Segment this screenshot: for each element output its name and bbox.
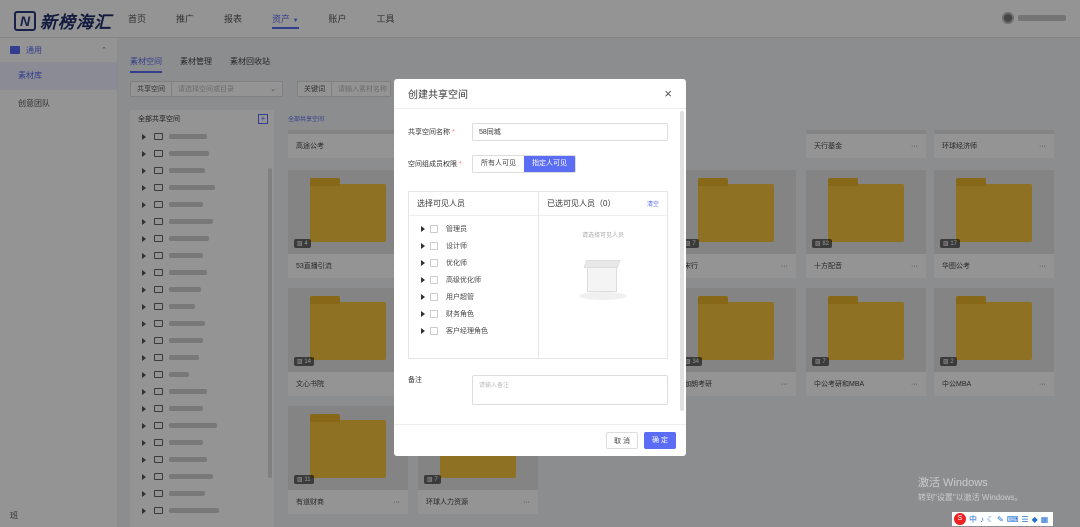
- role-label: 管理员: [446, 225, 467, 233]
- caret-right-icon[interactable]: [421, 293, 425, 300]
- ime-lang[interactable]: 中: [969, 514, 977, 525]
- space-name-label-text: 共享空间名称: [408, 129, 450, 136]
- role-checkbox[interactable]: [430, 275, 438, 284]
- permission-row: 空间组成员权限 * 所有人可见 指定人可见: [408, 155, 576, 173]
- caret-right-icon[interactable]: [421, 327, 425, 334]
- space-name-label: 共享空间名称 *: [408, 127, 472, 137]
- keyboard-icon[interactable]: ⌨: [1007, 515, 1019, 524]
- role-label: 客户经理角色: [446, 327, 488, 335]
- dialog-header: 创建共享空间 ×: [394, 79, 686, 109]
- note-row: 备注 请输入备注: [408, 375, 668, 405]
- caret-right-icon[interactable]: [421, 276, 425, 283]
- tray-icon-5[interactable]: ☰: [1021, 515, 1028, 524]
- role-label: 高级优化师: [446, 276, 481, 284]
- dialog-footer: 取 消 确 定: [394, 424, 686, 456]
- empty-hint: 请选择可见人员: [581, 233, 624, 239]
- empty-box-icon: [579, 260, 627, 302]
- required-mark: *: [459, 161, 462, 168]
- role-list: 管理员设计师优化师高级优化师用户超管财务角色客户经理角色: [409, 216, 538, 339]
- role-item[interactable]: 管理员: [409, 220, 538, 237]
- role-item[interactable]: 财务角色: [409, 305, 538, 322]
- system-tray: S 中 ♪ ☾ ✎ ⌨ ☰ ◆ ▦: [952, 512, 1054, 526]
- role-checkbox[interactable]: [430, 292, 438, 301]
- dialog-scrollbar[interactable]: [680, 111, 684, 411]
- member-selected-panel: 已选可见人员（0） 清空 请选择可见人员: [539, 192, 667, 358]
- caret-right-icon[interactable]: [421, 242, 425, 249]
- create-space-dialog: 创建共享空间 × 共享空间名称 * 58同城 空间组成员权限 * 所有人可见 指定人…: [394, 79, 686, 456]
- member-source-panel: 选择可见人员 管理员设计师优化师高级优化师用户超管财务角色客户经理角色: [409, 192, 539, 358]
- role-checkbox[interactable]: [430, 258, 438, 267]
- source-panel-title: 选择可见人员: [409, 192, 538, 216]
- role-label: 设计师: [446, 242, 467, 250]
- role-item[interactable]: 设计师: [409, 237, 538, 254]
- cancel-button[interactable]: 取 消: [606, 432, 638, 449]
- caret-right-icon[interactable]: [421, 225, 425, 232]
- role-checkbox[interactable]: [430, 309, 438, 318]
- role-checkbox[interactable]: [430, 241, 438, 250]
- close-icon[interactable]: ×: [664, 86, 672, 101]
- confirm-button[interactable]: 确 定: [644, 432, 676, 449]
- role-label: 优化师: [446, 259, 467, 267]
- watermark-line-1: 激活 Windows: [918, 477, 988, 489]
- selected-panel-title: 已选可见人员（0）: [547, 199, 616, 208]
- role-checkbox[interactable]: [430, 224, 438, 233]
- note-textarea[interactable]: 请输入备注: [472, 375, 668, 405]
- caret-right-icon[interactable]: [421, 310, 425, 317]
- tray-icon-6[interactable]: ◆: [1032, 515, 1038, 524]
- role-item[interactable]: 客户经理角色: [409, 322, 538, 339]
- role-label: 用户超管: [446, 293, 474, 301]
- permission-label: 空间组成员权限 *: [408, 159, 472, 169]
- perm-option-specified[interactable]: 指定人可见: [524, 156, 575, 172]
- role-item[interactable]: 用户超管: [409, 288, 538, 305]
- space-name-row: 共享空间名称 * 58同城: [408, 123, 668, 141]
- role-checkbox[interactable]: [430, 326, 438, 335]
- tray-icon-2[interactable]: ☾: [987, 515, 994, 524]
- permission-label-text: 空间组成员权限: [408, 161, 457, 168]
- dialog-title: 创建共享空间: [408, 90, 468, 101]
- tray-icon-3[interactable]: ✎: [997, 515, 1004, 524]
- tray-icon-7[interactable]: ▦: [1041, 515, 1049, 524]
- space-name-input[interactable]: 58同城: [472, 123, 668, 141]
- note-label: 备注: [408, 377, 422, 384]
- role-item[interactable]: 高级优化师: [409, 271, 538, 288]
- role-label: 财务角色: [446, 310, 474, 318]
- selected-panel-header: 已选可见人员（0） 清空: [539, 192, 667, 216]
- required-mark: *: [452, 129, 455, 136]
- ime-icon[interactable]: S: [954, 513, 966, 525]
- caret-right-icon[interactable]: [421, 259, 425, 266]
- member-transfer: 选择可见人员 管理员设计师优化师高级优化师用户超管财务角色客户经理角色 已选可见…: [408, 191, 668, 359]
- tray-icon-1[interactable]: ♪: [980, 515, 984, 524]
- permission-segmented: 所有人可见 指定人可见: [472, 155, 576, 173]
- windows-activation-watermark: 激活 Windows 转到"设置"以激活 Windows。: [918, 474, 1022, 503]
- watermark-line-2: 转到"设置"以激活 Windows。: [918, 493, 1023, 502]
- role-item[interactable]: 优化师: [409, 254, 538, 271]
- perm-option-all[interactable]: 所有人可见: [473, 156, 524, 172]
- clear-button[interactable]: 清空: [647, 199, 659, 208]
